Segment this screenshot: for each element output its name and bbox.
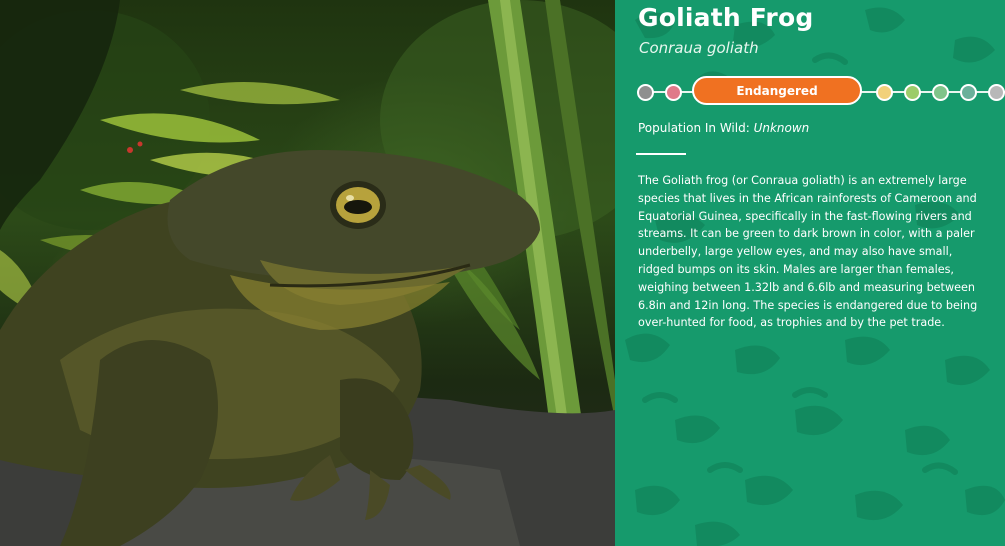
animal-info-screen: Goliath Frog Conraua goliath Endangered … <box>0 0 1005 546</box>
conservation-scale-dot <box>637 84 654 101</box>
population-label: Population In Wild: <box>638 121 750 135</box>
animal-common-name: Goliath Frog <box>638 3 814 32</box>
conservation-status-badge: Endangered <box>692 76 862 105</box>
conservation-scale-dot <box>876 84 893 101</box>
conservation-scale-dot <box>665 84 682 101</box>
info-content: Goliath Frog Conraua goliath Endangered … <box>615 0 1005 546</box>
animal-photo <box>0 0 615 546</box>
animal-scientific-name: Conraua goliath <box>639 39 759 57</box>
conservation-scale-dot <box>932 84 949 101</box>
animal-description: The Goliath frog (or Conraua goliath) is… <box>638 174 978 330</box>
population-value: Unknown <box>753 121 810 135</box>
conservation-scale-dot <box>904 84 921 101</box>
population-in-wild: Population In Wild: Unknown <box>638 121 809 135</box>
conservation-scale-dot <box>988 84 1005 101</box>
section-divider <box>636 153 686 155</box>
conservation-scale-dot <box>960 84 977 101</box>
goliath-frog-illustration <box>0 0 615 546</box>
info-panel: Goliath Frog Conraua goliath Endangered … <box>615 0 1005 546</box>
